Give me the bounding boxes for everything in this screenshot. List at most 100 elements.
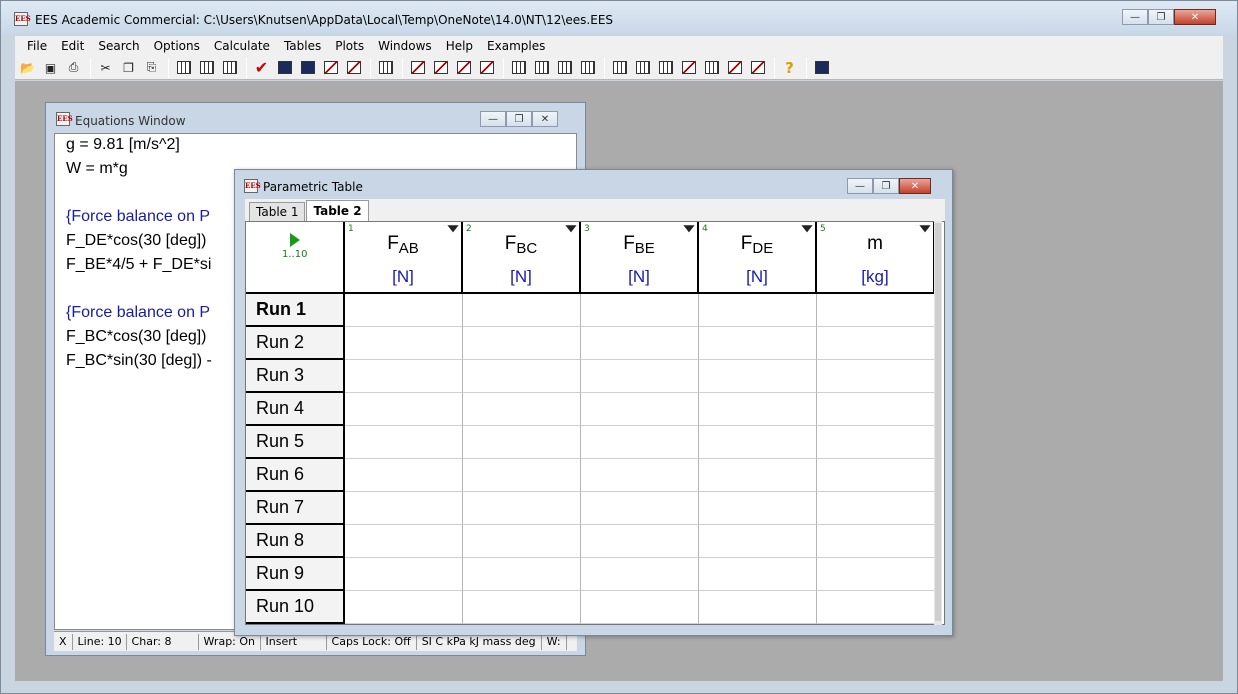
table-cell[interactable] (817, 327, 935, 360)
equation-line[interactable]: F_DE*cos(30 [deg]) (66, 232, 207, 250)
plot-2-button[interactable] (430, 58, 451, 78)
minimize-button[interactable]: — (1122, 9, 1148, 25)
calculator-button[interactable] (274, 58, 295, 78)
column-header[interactable]: 4 FDE [N] (699, 222, 817, 294)
save-button[interactable]: ▣ (40, 58, 61, 78)
formatted-equations-button[interactable] (297, 58, 318, 78)
parametric-table-titlebar[interactable]: EES Parametric Table — ❐ ✕ (235, 170, 952, 200)
plot-1-button[interactable] (407, 58, 428, 78)
table-cell[interactable] (581, 492, 699, 525)
table-cell[interactable] (817, 360, 935, 393)
restore-button[interactable]: ❐ (1148, 9, 1174, 25)
table-cell[interactable] (817, 525, 935, 558)
menu-search[interactable]: Search (91, 37, 146, 55)
row-header[interactable]: Run 10 (246, 591, 345, 624)
table-cell[interactable] (581, 360, 699, 393)
table-cell[interactable] (699, 558, 817, 591)
lookup-table-button[interactable] (632, 58, 653, 78)
table-grid-button[interactable] (701, 58, 722, 78)
column-header[interactable]: 1 FAB [N] (345, 222, 463, 294)
table-cell[interactable] (699, 393, 817, 426)
table-cell[interactable] (463, 492, 581, 525)
column-header[interactable]: 2 FBC [N] (463, 222, 581, 294)
run-table-corner[interactable]: 1..10 (246, 222, 345, 294)
menu-options[interactable]: Options (147, 37, 207, 55)
table-cell[interactable] (581, 294, 699, 327)
restore-button[interactable]: ❐ (873, 178, 899, 194)
table-cell[interactable] (699, 591, 817, 624)
table-button[interactable] (375, 58, 396, 78)
table-cell[interactable] (581, 525, 699, 558)
equation-line[interactable]: F_BE*4/5 + F_DE*si (66, 256, 211, 274)
table-cell[interactable] (463, 591, 581, 624)
equation-line[interactable]: {Force balance on P (66, 304, 210, 322)
check-button[interactable]: ✔ (251, 58, 272, 78)
row-header[interactable]: Run 6 (246, 459, 345, 492)
table-cell[interactable] (463, 327, 581, 360)
table-cell[interactable] (463, 360, 581, 393)
table-cell[interactable] (817, 426, 935, 459)
table-cell[interactable] (699, 525, 817, 558)
menu-tables[interactable]: Tables (277, 37, 328, 55)
report-button[interactable] (577, 58, 598, 78)
diagram-button[interactable] (343, 58, 364, 78)
table-cell[interactable] (345, 393, 463, 426)
close-button[interactable]: ✕ (1174, 9, 1216, 25)
solution-button[interactable] (508, 58, 529, 78)
close-button[interactable]: ✕ (532, 111, 558, 127)
table-cell[interactable] (699, 459, 817, 492)
table-cell[interactable] (817, 558, 935, 591)
vertical-scrollbar[interactable] (934, 221, 942, 625)
tab-table-1[interactable]: Table 1 (249, 202, 306, 221)
table-cell[interactable] (699, 426, 817, 459)
equation-line[interactable]: W = m*g (66, 160, 128, 178)
table-cell[interactable] (463, 294, 581, 327)
table-cell[interactable] (817, 294, 935, 327)
main-titlebar[interactable]: EES EES Academic Commercial: C:\Users\Kn… (1, 1, 1237, 35)
paste-button[interactable]: ⎘ (141, 58, 162, 78)
row-header[interactable]: Run 3 (246, 360, 345, 393)
menu-help[interactable]: Help (439, 37, 480, 55)
equation-line[interactable]: F_BC*cos(30 [deg]) (66, 328, 207, 346)
table-cell[interactable] (581, 558, 699, 591)
plot-4-button[interactable] (476, 58, 497, 78)
run-table-icon[interactable] (290, 233, 300, 247)
row-header[interactable]: Run 2 (246, 327, 345, 360)
minimize-button[interactable]: — (847, 178, 873, 194)
menu-windows[interactable]: Windows (371, 37, 439, 55)
integral-table-button[interactable] (655, 58, 676, 78)
menu-file[interactable]: File (20, 37, 54, 55)
row-header[interactable]: Run 8 (246, 525, 345, 558)
scrollbar-thumb[interactable] (935, 223, 941, 621)
table-cell[interactable] (345, 459, 463, 492)
table-cell[interactable] (581, 327, 699, 360)
table-cell[interactable] (581, 459, 699, 492)
table-cell[interactable] (345, 492, 463, 525)
table-cell[interactable] (463, 558, 581, 591)
print-button[interactable]: ⎙ (63, 58, 84, 78)
equations-window-titlebar[interactable]: EES Equations Window — ❐ ✕ (46, 103, 585, 133)
info-button[interactable] (173, 58, 194, 78)
table-cell[interactable] (581, 426, 699, 459)
diagram-window-button[interactable] (724, 58, 745, 78)
table-cell[interactable] (581, 393, 699, 426)
menu-examples[interactable]: Examples (480, 37, 552, 55)
table-cell[interactable] (699, 294, 817, 327)
table-cell[interactable] (463, 525, 581, 558)
row-header[interactable]: Run 4 (246, 393, 345, 426)
table-cell[interactable] (345, 525, 463, 558)
tab-table-2[interactable]: Table 2 (306, 200, 369, 221)
menu-edit[interactable]: Edit (54, 37, 91, 55)
table-cell[interactable] (817, 393, 935, 426)
residuals-button[interactable] (554, 58, 575, 78)
cut-button[interactable]: ✂ (95, 58, 116, 78)
row-header[interactable]: Run 1 (246, 294, 345, 327)
restore-button[interactable]: ❐ (506, 111, 532, 127)
equation-line[interactable]: F_BC*sin(30 [deg]) - (66, 352, 212, 370)
units-button[interactable] (219, 58, 240, 78)
table-cell[interactable] (817, 591, 935, 624)
table-cell[interactable] (817, 459, 935, 492)
close-button[interactable]: ✕ (899, 178, 931, 194)
arrays-button[interactable] (531, 58, 552, 78)
column-header[interactable]: 5 m [kg] (817, 222, 935, 294)
